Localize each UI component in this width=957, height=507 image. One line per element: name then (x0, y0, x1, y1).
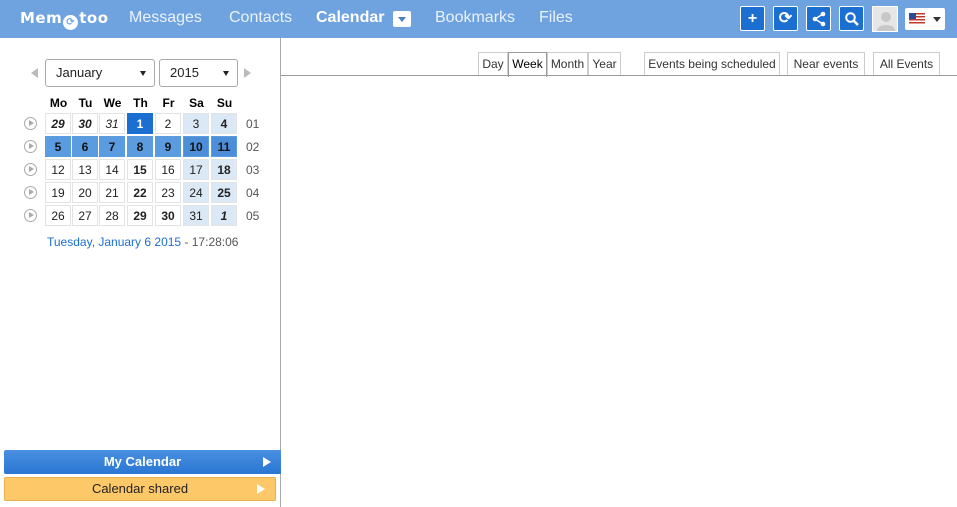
calendar-day[interactable]: 24 (183, 182, 209, 203)
calendar-day[interactable]: 9 (155, 136, 181, 157)
tab-events-being-scheduled[interactable]: Events being scheduled (644, 52, 780, 76)
calendar-day[interactable]: 5 (45, 136, 71, 157)
avatar[interactable] (872, 6, 898, 32)
tab-all-events[interactable]: All Events (873, 52, 940, 76)
year-select[interactable]: 2015 (159, 59, 238, 87)
month-select[interactable]: January (45, 59, 155, 87)
nav-calendar[interactable]: Calendar (316, 9, 384, 27)
week-play-icon[interactable] (24, 186, 37, 199)
us-flag-icon (909, 13, 925, 24)
calendar-day[interactable]: 26 (45, 205, 71, 226)
main-calendar-area: Day Week Month Year Events being schedul… (281, 38, 957, 507)
calendar-day[interactable]: 30 (72, 113, 98, 134)
expand-arrow-icon (257, 484, 265, 494)
calendar-day[interactable]: 7 (99, 136, 125, 157)
calendar-day[interactable]: 12 (45, 159, 71, 180)
nav-contacts[interactable]: Contacts (229, 9, 292, 27)
weekday-header: Mo (49, 96, 68, 110)
calendar-day[interactable]: 31 (99, 113, 125, 134)
calendar-day[interactable]: 28 (99, 205, 125, 226)
expand-arrow-icon (263, 457, 271, 467)
calendar-day[interactable]: 22 (127, 182, 153, 203)
share-icon[interactable] (806, 6, 831, 31)
week-number: 05 (246, 209, 260, 223)
tab-near-events[interactable]: Near events (787, 52, 865, 76)
calendar-day[interactable]: 15 (127, 159, 153, 180)
tab-year[interactable]: Year (588, 52, 621, 76)
weekday-header: Su (216, 96, 233, 110)
tab-month[interactable]: Month (547, 52, 588, 76)
calendar-day[interactable]: 11 (211, 136, 237, 157)
week-play-icon[interactable] (24, 140, 37, 153)
calendar-day[interactable]: 3 (183, 113, 209, 134)
calendar-day[interactable]: 25 (211, 182, 237, 203)
top-bar: Mem ⟳ too Messages Contacts Calendar Bookm… (0, 0, 957, 38)
calendar-dropdown-icon[interactable] (393, 11, 411, 27)
calendar-day[interactable]: 18 (211, 159, 237, 180)
calendar-day[interactable]: 20 (72, 182, 98, 203)
nav-messages[interactable]: Messages (129, 9, 202, 27)
calendar-day[interactable]: 14 (99, 159, 125, 180)
calendar-day[interactable]: 29 (127, 205, 153, 226)
language-flag-icon[interactable] (905, 8, 945, 30)
current-date[interactable]: Tuesday, January 6 2015 (47, 235, 181, 249)
weekday-header: We (103, 96, 122, 110)
calendar-day[interactable]: 16 (155, 159, 181, 180)
add-icon[interactable]: + (740, 6, 765, 31)
week-play-icon[interactable] (24, 163, 37, 176)
calendar-day[interactable]: 10 (183, 136, 209, 157)
tab-day[interactable]: Day (478, 52, 508, 76)
week-number: 01 (246, 117, 260, 131)
calendar-day[interactable]: 31 (183, 205, 209, 226)
weekday-header: Tu (78, 96, 93, 110)
calendar-day[interactable]: 1 (127, 113, 153, 134)
nav-files[interactable]: Files (539, 9, 573, 27)
search-icon[interactable] (839, 6, 864, 31)
sidebar: January 2015 Mo Tu We Th Fr Sa Su 29 30 31 1 2 3 4 01 5… (0, 38, 281, 507)
week-number: 03 (246, 163, 260, 177)
weekday-header: Sa (189, 96, 204, 110)
calendar-day[interactable]: 21 (99, 182, 125, 203)
calendar-day[interactable]: 1 (211, 205, 237, 226)
calendar-day[interactable]: 23 (155, 182, 181, 203)
calendar-day[interactable]: 8 (127, 136, 153, 157)
sync-icon[interactable]: ⟳ (773, 6, 798, 31)
week-play-icon[interactable] (24, 117, 37, 130)
divider (281, 75, 957, 76)
calendar-day[interactable]: 6 (72, 136, 98, 157)
next-month-arrow-icon[interactable] (244, 68, 251, 78)
my-calendar-button[interactable]: My Calendar (4, 450, 281, 474)
prev-month-arrow-icon[interactable] (31, 68, 38, 78)
calendar-day[interactable]: 13 (72, 159, 98, 180)
week-number: 02 (246, 140, 260, 154)
calendar-day[interactable]: 4 (211, 113, 237, 134)
weekday-header: Fr (162, 96, 175, 110)
calendar-shared-button[interactable]: Calendar shared (4, 477, 276, 501)
week-play-icon[interactable] (24, 209, 37, 222)
current-time: - 17:28:06 (181, 235, 239, 249)
nav-bookmarks[interactable]: Bookmarks (435, 9, 515, 27)
app-logo[interactable]: Mem ⟳ too (20, 9, 109, 30)
week-number: 04 (246, 186, 260, 200)
weekday-header: Th (133, 96, 148, 110)
calendar-day[interactable]: 29 (45, 113, 71, 134)
calendar-day[interactable]: 17 (183, 159, 209, 180)
tab-week[interactable]: Week (508, 52, 547, 77)
calendar-day[interactable]: 27 (72, 205, 98, 226)
calendar-day[interactable]: 2 (155, 113, 181, 134)
calendar-day[interactable]: 19 (45, 182, 71, 203)
current-datetime: Tuesday, January 6 2015 - 17:28:06 (47, 235, 238, 249)
calendar-day[interactable]: 30 (155, 205, 181, 226)
